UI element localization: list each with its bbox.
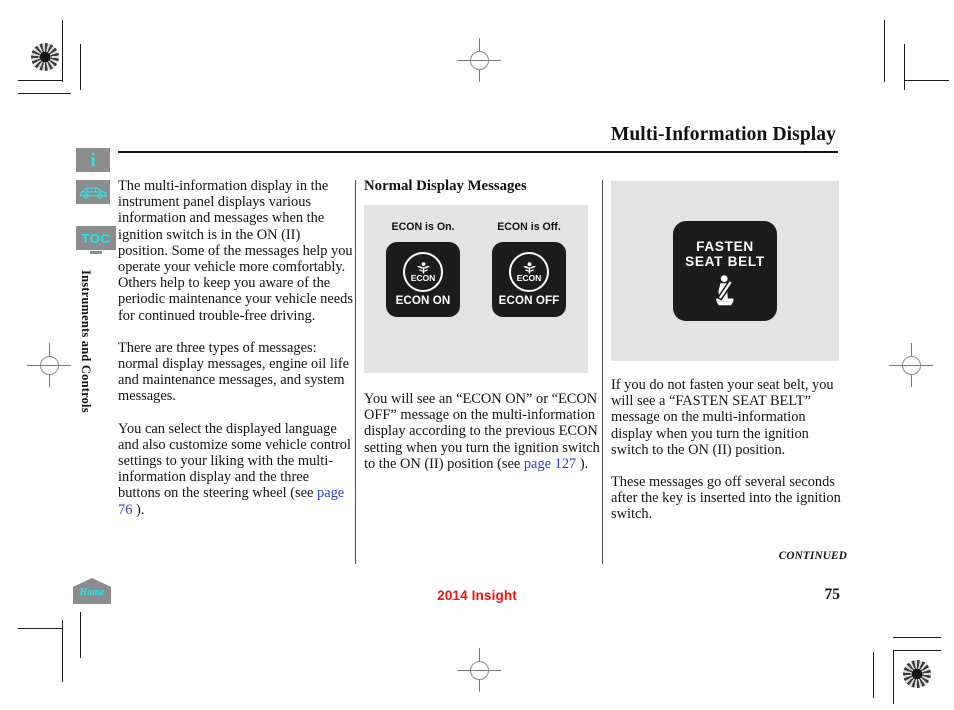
econ-badge-word: ECON <box>410 272 436 283</box>
seat-belt-lcd: FASTEN SEAT BELT <box>673 221 777 321</box>
paragraph: You can select the displayed language an… <box>118 421 353 518</box>
paragraph: The multi-information display in the ins… <box>118 178 353 324</box>
seat-belt-message-line1: FASTEN <box>696 238 754 254</box>
vehicle-icon[interactable] <box>76 180 110 204</box>
paragraph: These messages go off several seconds af… <box>611 474 841 523</box>
econ-on-lcd: ECON ECON ON <box>386 242 460 317</box>
econ-leaf-icon: ECON <box>509 252 549 293</box>
chapter-tab-label: Instruments and Controls <box>79 270 93 413</box>
info-icon-glyph: i <box>90 149 96 171</box>
registration-cross-left <box>27 343 71 387</box>
econ-badge-word: ECON <box>516 272 542 283</box>
left-column-body: The multi-information display in the ins… <box>118 178 353 518</box>
vehicle-icon-glyph <box>79 186 107 199</box>
crop-mark-top-right-h <box>905 80 949 82</box>
econ-leaf-icon: ECON <box>403 252 443 293</box>
right-column-body: If you do not fasten your seat belt, you… <box>611 377 847 523</box>
paragraph-text: ). <box>132 501 145 518</box>
registration-cross-bottom-center <box>457 648 501 692</box>
crop-mark-top-left-h <box>18 80 62 82</box>
econ-off-lcd: ECON ECON OFF <box>492 242 566 317</box>
econ-on-cell: ECON is On. ECON ECON ON <box>379 221 467 317</box>
toc-icon-label: TOC <box>81 230 111 246</box>
seat-belt-display-figure: FASTEN SEAT BELT <box>611 181 839 361</box>
continued-label: CONTINUED <box>778 550 847 562</box>
crop-mark-top-right-v <box>884 20 886 82</box>
econ-on-caption: ECON is On. <box>391 221 455 233</box>
registration-target-bottom-right <box>903 660 931 688</box>
middle-column: Normal Display Messages ECON is On. ECON… <box>364 178 600 472</box>
paragraph-text: ). <box>576 455 589 472</box>
seat-belt-icon <box>716 274 734 305</box>
section-heading: Normal Display Messages <box>364 178 527 194</box>
crop-mark-bottom-left-v <box>62 620 64 682</box>
crop-mark-top-left-v <box>62 20 64 82</box>
toc-icon[interactable]: TOC <box>76 226 116 254</box>
crop-mark-top-left-v2 <box>80 44 82 90</box>
seat-belt-message-line2: SEAT BELT <box>685 253 765 269</box>
econ-off-cell: ECON is Off. ECON ECON OFF <box>485 221 573 317</box>
econ-on-message: ECON ON <box>395 294 451 308</box>
paragraph: There are three types of messages: norma… <box>118 339 349 405</box>
crop-mark-bottom-right-v2 <box>893 650 895 704</box>
page-title: Multi-Information Display <box>610 124 836 145</box>
manual-page: Multi-Information Display i TOC Instrume… <box>0 0 954 710</box>
info-icon[interactable]: i <box>76 148 110 172</box>
header-rule <box>118 151 838 153</box>
paragraph: You will see an “ECON ON” or “ECON OFF” … <box>364 391 600 472</box>
crop-mark-bottom-left-v2 <box>80 612 82 658</box>
right-column: FASTEN SEAT BELT If you do not fasten yo… <box>611 181 847 523</box>
column-divider-1 <box>355 180 356 564</box>
paragraph: If you do not fasten your seat belt, you… <box>611 377 834 458</box>
page-header: Multi-Information Display <box>118 124 838 153</box>
crop-mark-bottom-right-h2 <box>893 650 941 652</box>
registration-cross-right <box>889 343 933 387</box>
left-column: The multi-information display in the ins… <box>118 178 353 518</box>
crop-mark-bottom-left-h <box>18 628 62 630</box>
crop-mark-bottom-right-h <box>893 637 941 639</box>
registration-cross-top-center <box>457 38 501 82</box>
crop-mark-top-left-h2 <box>18 93 71 95</box>
econ-display-figure: ECON is On. ECON ECON ON ECON is Off. EC… <box>364 205 588 373</box>
econ-off-message: ECON OFF <box>498 294 560 308</box>
registration-target-top-left <box>31 43 59 71</box>
column-divider-2 <box>602 180 603 564</box>
crop-mark-bottom-right-v <box>873 652 875 698</box>
page-reference-link[interactable]: page 127 <box>524 456 576 472</box>
page-number: 75 <box>824 586 841 603</box>
middle-column-body: You will see an “ECON ON” or “ECON OFF” … <box>364 391 600 472</box>
crop-mark-top-right-v2 <box>904 44 906 90</box>
econ-off-caption: ECON is Off. <box>497 221 561 233</box>
icon-rail: i TOC <box>76 148 116 258</box>
